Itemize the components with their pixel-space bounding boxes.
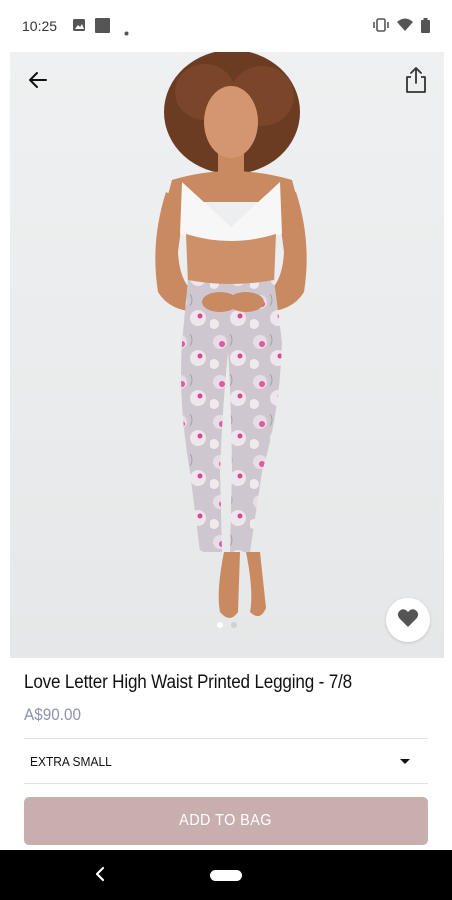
wifi-icon: [397, 18, 413, 37]
heart-icon: [397, 608, 419, 633]
status-time: 10:25: [22, 18, 58, 34]
battery-icon: [421, 18, 430, 38]
product-name: Love Letter High Waist Printed Legging -…: [24, 672, 352, 693]
status-bar: 10:25: [0, 0, 452, 52]
product-price: A$90.00: [24, 705, 82, 724]
carousel-dot-active[interactable]: [217, 622, 223, 628]
chevron-left-icon[interactable]: [94, 866, 106, 887]
dot-icon: [124, 23, 129, 41]
square-icon: [95, 18, 110, 38]
back-button[interactable]: [18, 62, 58, 102]
vibrate-icon: [372, 18, 390, 37]
carousel-indicator: [10, 622, 444, 628]
model-illustration: [155, 52, 307, 618]
divider-bottom: [24, 783, 428, 784]
wishlist-button[interactable]: [386, 598, 430, 642]
divider-top: [24, 738, 428, 739]
share-button[interactable]: [396, 62, 436, 102]
size-selected-value: EXTRA SMALL: [30, 753, 112, 769]
caret-down-icon: [400, 758, 410, 764]
share-icon: [405, 66, 427, 99]
carousel-dot[interactable]: [231, 622, 237, 628]
add-to-bag-button[interactable]: ADD TO BAG: [24, 797, 428, 845]
product-image[interactable]: [10, 52, 444, 658]
add-to-bag-label: ADD TO BAG: [179, 812, 273, 829]
image-icon: [72, 18, 86, 37]
home-pill-icon[interactable]: [210, 870, 242, 881]
size-select[interactable]: EXTRA SMALL: [24, 740, 428, 782]
arrow-left-icon: [27, 69, 49, 96]
system-nav-bar: [0, 850, 452, 900]
